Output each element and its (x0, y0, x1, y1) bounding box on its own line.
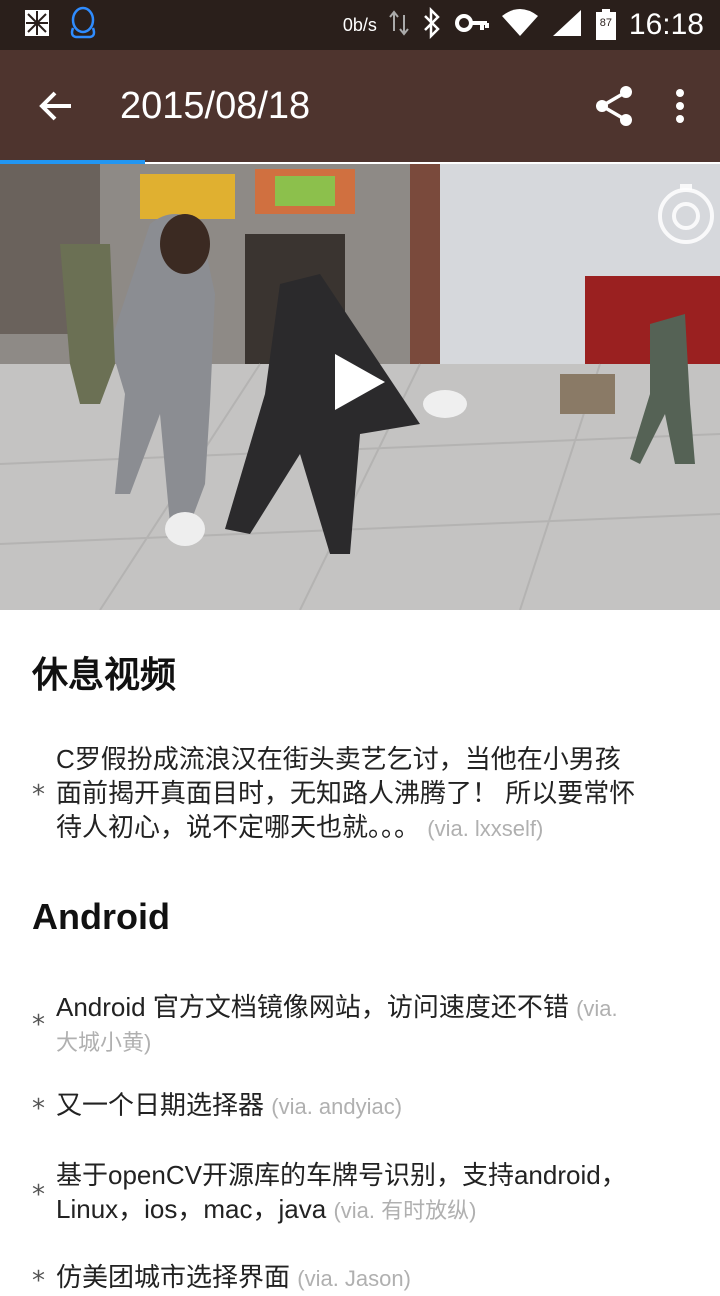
item-line: C罗假扮成流浪汉在街头卖艺乞讨，当他在小男孩 (56, 744, 621, 774)
status-bar: 0b/s 87 16:18 (0, 0, 720, 50)
item-line: 待人初心，说不定哪天也就。。。 (56, 812, 421, 842)
play-icon[interactable] (333, 352, 387, 412)
data-transfer-icon (389, 9, 409, 41)
via-label: (via. andyiac) (271, 1094, 403, 1119)
clock: 16:18 (628, 8, 704, 41)
net-speed: 0b/s (342, 14, 377, 35)
battery-icon: 87 (595, 9, 617, 41)
back-button[interactable] (28, 78, 84, 134)
bullet: * (32, 1266, 45, 1296)
bullet: * (32, 1180, 45, 1210)
record-icon[interactable] (656, 184, 716, 246)
section-title-rest-video: 休息视频 (32, 654, 177, 695)
share-icon (596, 86, 632, 126)
item-line: 基于openCV开源库的车牌号识别，支持android， (56, 1160, 627, 1190)
list-item[interactable]: * 仿美团城市选择界面 (via. Jason) (32, 1260, 688, 1296)
bluetooth-icon (421, 6, 443, 43)
vpn-key-icon (454, 12, 489, 38)
item-line: 面前揭开真面目时，无知路人沸腾了！ 所以要常怀 (56, 778, 636, 808)
video-thumbnail[interactable] (0, 164, 720, 610)
bullet: * (32, 780, 45, 810)
list-item[interactable]: * 又一个日期选择器 (via. andyiac) (32, 1088, 688, 1124)
bullet: * (32, 1094, 45, 1124)
app-bar: 2015/08/18 (0, 50, 720, 162)
qq-icon (68, 6, 98, 44)
item-line: 又一个日期选择器 (56, 1090, 265, 1120)
app-notification-icon (24, 8, 50, 42)
via-label: (via. 有时放纵) (333, 1198, 477, 1223)
via-label-cont: 大城小黄) (56, 1030, 152, 1055)
more-options-button[interactable] (660, 78, 700, 134)
cell-signal-icon (551, 8, 583, 42)
share-button[interactable] (586, 78, 642, 134)
item-line: 仿美团城市选择界面 (56, 1262, 291, 1292)
list-item[interactable]: * Android 官方文档镜像网站，访问速度还不错 (via. 大城小黄) (32, 990, 688, 1060)
via-label: (via. lxxself) (427, 816, 544, 841)
page-title: 2015/08/18 (120, 84, 311, 127)
list-item[interactable]: * C罗假扮成流浪汉在街头卖艺乞讨，当他在小男孩 面前揭开真面目时，无知路人沸腾… (32, 742, 688, 846)
more-vert-icon (676, 89, 684, 123)
item-line: Android 官方文档镜像网站，访问速度还不错 (56, 992, 569, 1022)
list-item[interactable]: * 基于openCV开源库的车牌号识别，支持android， Linux，ios… (32, 1158, 688, 1228)
bullet: * (32, 1010, 45, 1040)
item-line: Linux，ios，mac，java (56, 1194, 327, 1224)
battery-level: 87 (599, 17, 613, 29)
via-label: (via. Jason) (297, 1266, 411, 1291)
section-title-android: Android (32, 896, 170, 937)
wifi-icon (501, 8, 539, 42)
via-label: (via. (576, 996, 618, 1021)
arrow-back-icon (39, 91, 71, 121)
